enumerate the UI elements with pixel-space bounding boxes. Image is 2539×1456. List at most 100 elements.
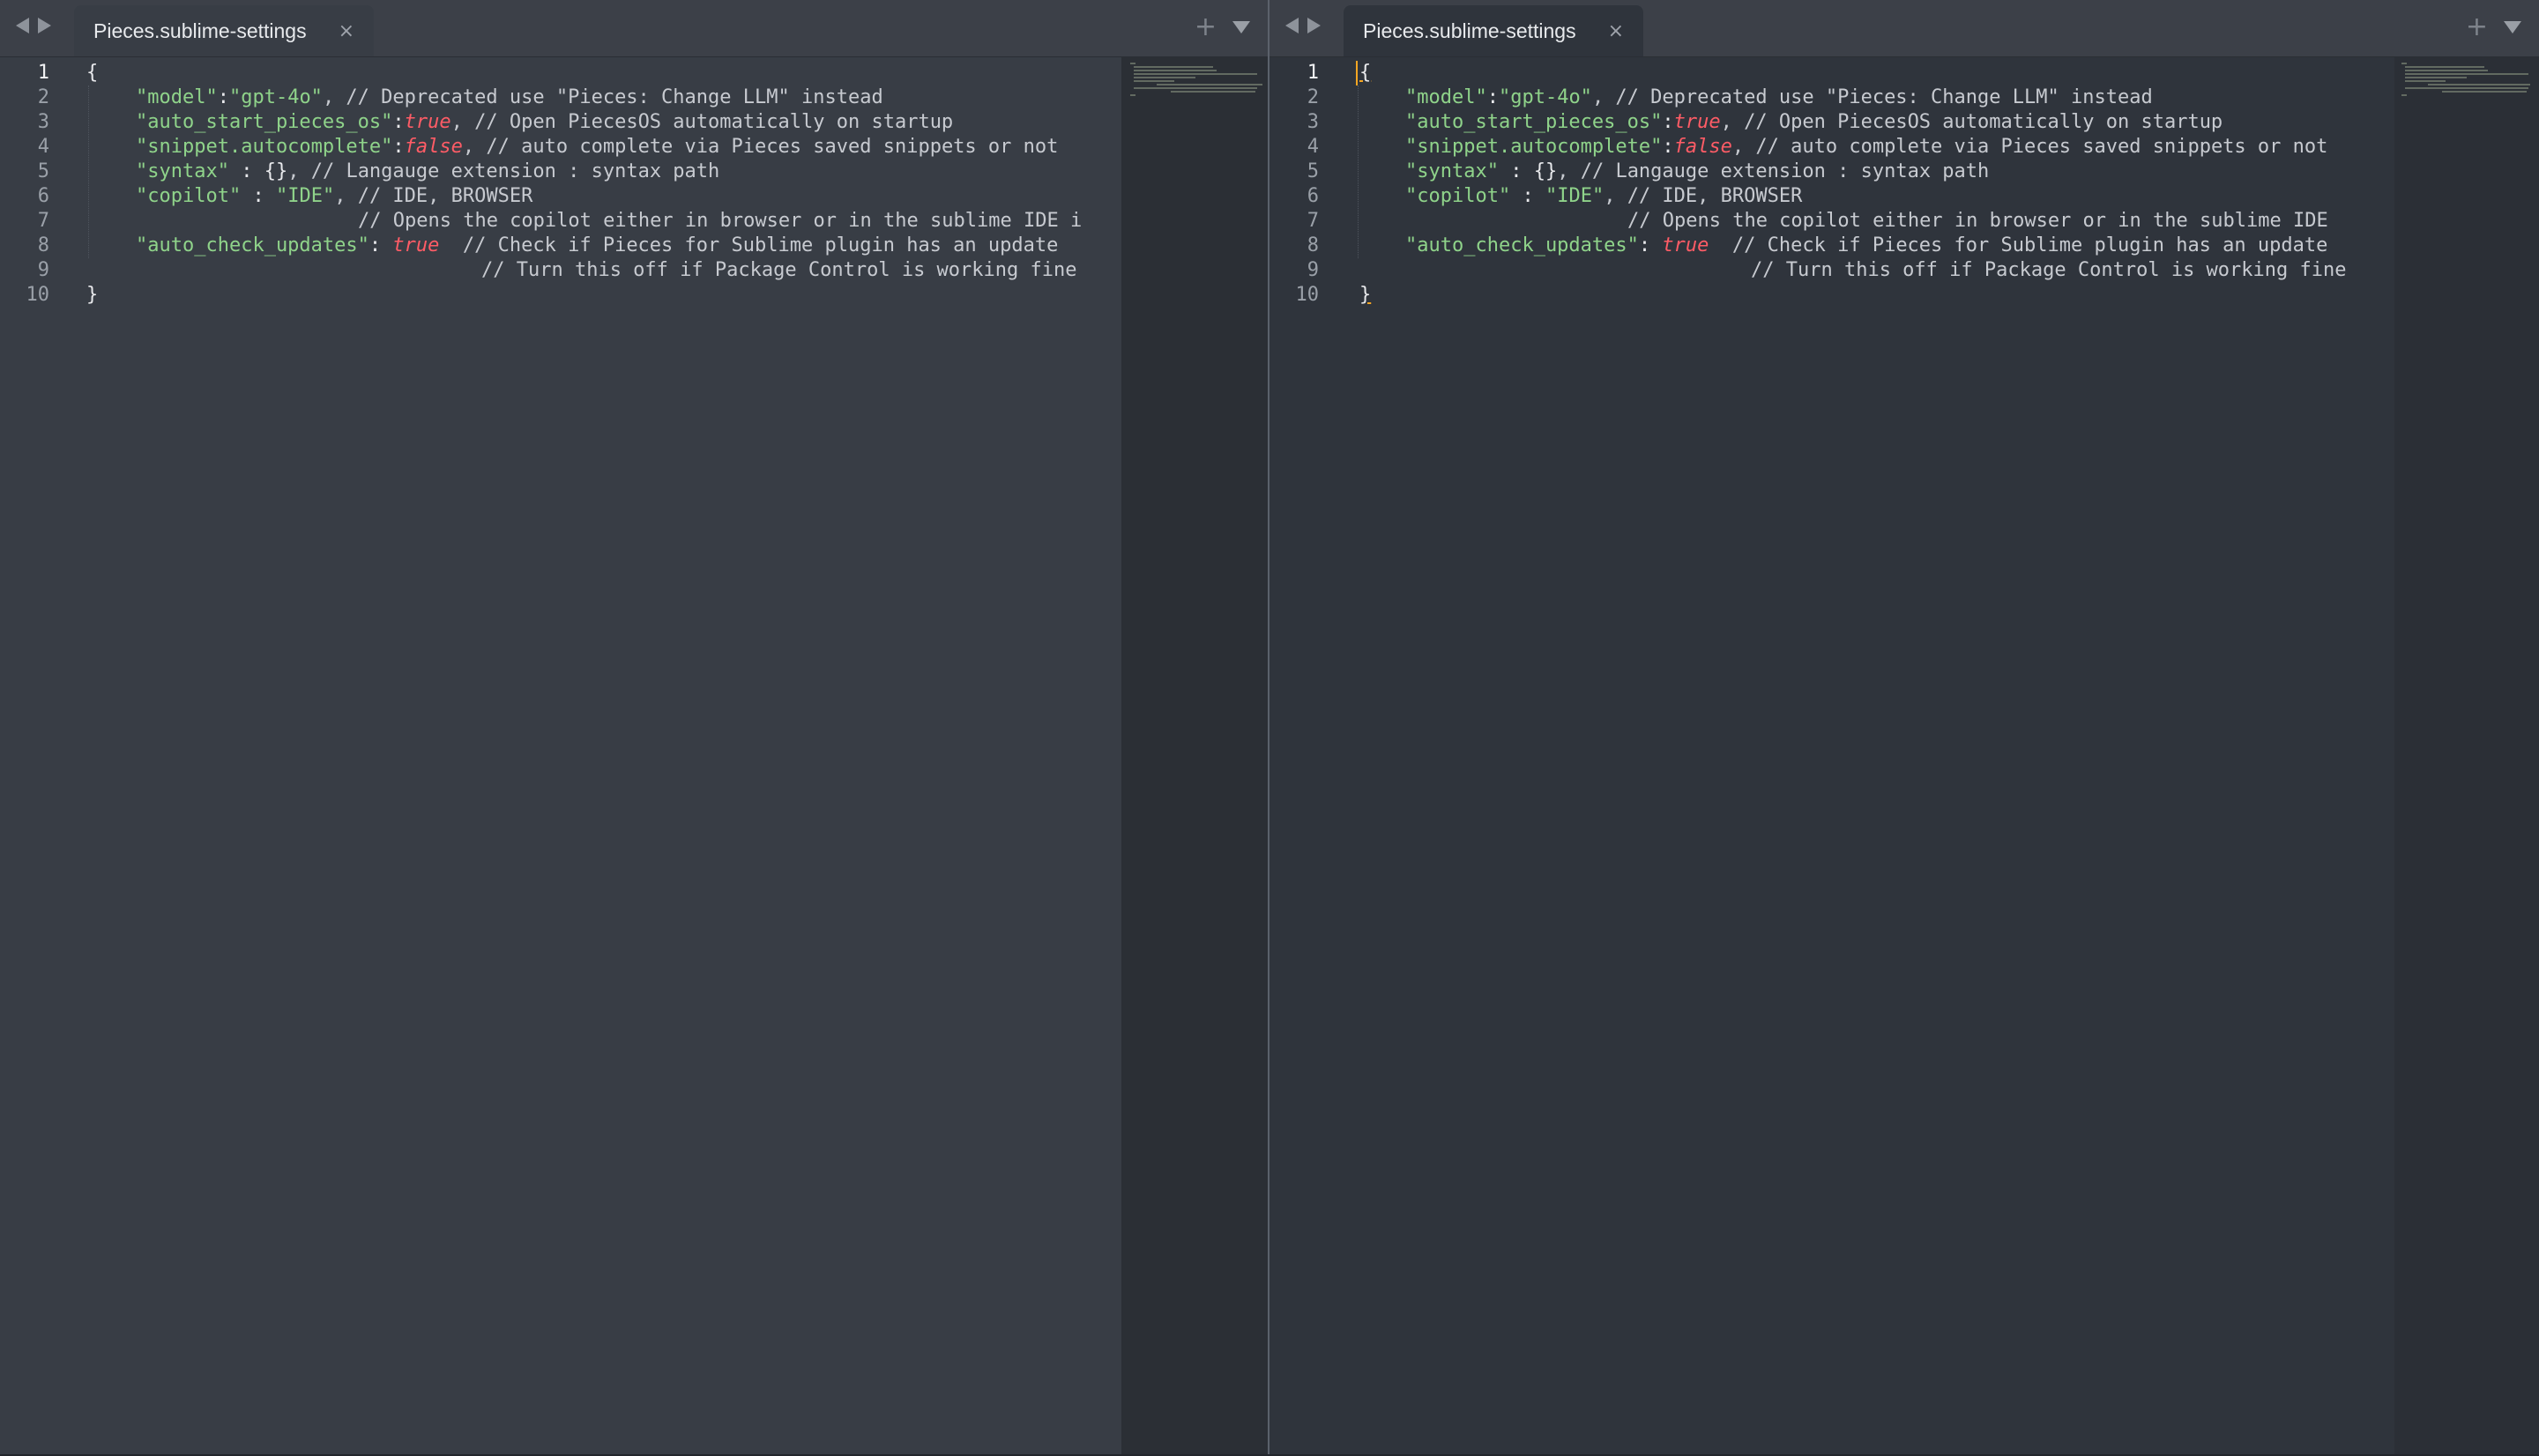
plus-icon[interactable]: + [2466,14,2488,41]
minimap-line [2405,70,2488,71]
line-number: 7 [37,210,49,232]
separator: : [1486,86,1499,108]
code-line: "snippet.autocomplete":false, // auto co… [136,135,1058,160]
line-number: 4 [1307,136,1319,158]
tab-bar-left: Pieces.sublime-settings × + [0,0,1268,57]
code-editor[interactable]: 1 2 3 4 5 6 7 8 9 10 { "model":"gpt-4o",… [1270,57,2539,1454]
separator: : [241,185,276,207]
setting-key: "model" [1405,86,1487,108]
minimap[interactable] [2394,57,2539,1454]
line-number: 9 [1307,259,1319,281]
tab-label: Pieces.sublime-settings [1363,19,1576,42]
separator: : [1498,160,1534,182]
setting-key: "auto_check_updates" [136,234,369,256]
minimap-line [1134,70,1217,71]
comment: , // Langauge extension : syntax path [287,160,720,182]
close-brace: } [86,284,99,306]
code-line: "auto_check_updates": true // Check if P… [136,234,1058,258]
setting-value: "gpt-4o" [1498,86,1592,108]
comment: , // Langauge extension : syntax path [1557,160,1990,182]
editor-pane-left: Pieces.sublime-settings × + 1 2 3 4 5 6 … [0,0,1268,1454]
minimap-line [1157,84,1262,85]
minimap-line [2401,63,2407,64]
editor-pane-right: Pieces.sublime-settings × + 1 2 3 4 5 6 … [1270,0,2539,1454]
caret-down-icon[interactable] [2504,21,2521,33]
line-number: 4 [37,136,49,158]
triangle-left-icon[interactable] [16,18,29,33]
line-number: 7 [1307,210,1319,232]
code-line: "copilot" : "IDE", // IDE, BROWSER [136,184,532,209]
code-line: { [86,61,98,85]
separator: : [1662,111,1674,133]
separator: : [392,111,405,133]
close-icon[interactable]: × [339,20,354,42]
minimap[interactable] [1121,57,1268,1454]
nav-arrows [16,18,51,33]
code-line: // Opens the copilot either in browser o… [1627,209,2328,234]
tab-pieces-settings[interactable]: Pieces.sublime-settings × [74,5,374,56]
code-line: // Opens the copilot either in browser o… [358,209,1082,234]
code-line: "auto_start_pieces_os":true, // Open Pie… [136,110,953,135]
code-editor[interactable]: 1 2 3 4 5 6 7 8 9 10 { "model":"gpt-4o",… [0,57,1268,1454]
minimap-line [1134,66,1213,68]
comment: , // Deprecated use "Pieces: Change LLM"… [1591,86,2153,108]
setting-value: false [404,136,463,158]
comment: // Turn this off if Package Control is w… [1751,259,2347,281]
setting-value: {} [264,160,288,182]
close-icon[interactable]: × [1608,20,1624,42]
triangle-right-icon[interactable] [1307,18,1321,33]
setting-key: "auto_check_updates" [1405,234,1639,256]
minimap-line [2405,80,2446,82]
setting-key: "copilot" [136,185,242,207]
comment: , // Open PiecesOS automatically on star… [1720,111,2223,133]
code-line: // Turn this off if Package Control is w… [481,258,1077,283]
comment: , // IDE, BROWSER [1604,185,1803,207]
code-area[interactable]: { "model":"gpt-4o", // Deprecated use "P… [86,57,1268,1454]
line-number: 5 [1307,160,1319,182]
minimap-line [2405,87,2528,89]
comment: // Turn this off if Package Control is w… [481,259,1077,281]
code-line: "auto_start_pieces_os":true, // Open Pie… [1405,110,2223,135]
open-brace: { [86,62,99,84]
open-brace: { [1359,62,1372,84]
separator: : [1662,136,1674,158]
sublime-window: Pieces.sublime-settings × + 1 2 3 4 5 6 … [0,0,2539,1454]
line-number: 6 [37,185,49,207]
line-number: 6 [1307,185,1319,207]
line-number: 3 [37,111,49,133]
code-line: "auto_check_updates": true // Check if P… [1405,234,2327,258]
minimap-line [1130,63,1135,64]
setting-key: "auto_start_pieces_os" [136,111,393,133]
code-area[interactable]: { "model":"gpt-4o", // Deprecated use "P… [1356,57,2539,1454]
setting-value: "IDE" [1545,185,1605,207]
setting-key: "snippet.autocomplete" [1405,136,1663,158]
comment: // Opens the copilot either in browser o… [1627,210,2328,232]
triangle-right-icon[interactable] [38,18,51,33]
line-number: 3 [1307,111,1319,133]
indent-guide [88,85,89,258]
close-brace: } [1359,284,1372,306]
comment: // Check if Pieces for Sublime plugin ha… [1709,234,2328,256]
minimap-line [2405,66,2484,68]
line-number: 5 [37,160,49,182]
comment: , // IDE, BROWSER [334,185,533,207]
setting-key: "syntax" [1405,160,1499,182]
code-line: { [1359,61,1371,85]
setting-value: false [1673,136,1732,158]
code-line: } [86,283,98,308]
minimap-line [1134,87,1257,89]
plus-icon[interactable]: + [1195,14,1217,41]
triangle-left-icon[interactable] [1285,18,1299,33]
code-line: "model":"gpt-4o", // Deprecated use "Pie… [136,85,883,110]
tab-pieces-settings[interactable]: Pieces.sublime-settings × [1344,5,1643,56]
line-number: 2 [37,86,49,108]
minimap-line [1134,77,1195,78]
code-line: } [1359,283,1371,308]
setting-value: true [392,234,440,256]
text-caret [1356,61,1358,85]
setting-key: "copilot" [1405,185,1511,207]
code-line: "model":"gpt-4o", // Deprecated use "Pie… [1405,85,2153,110]
minimap-line [1134,80,1174,82]
caret-down-icon[interactable] [1232,21,1250,33]
setting-value: true [1673,111,1721,133]
